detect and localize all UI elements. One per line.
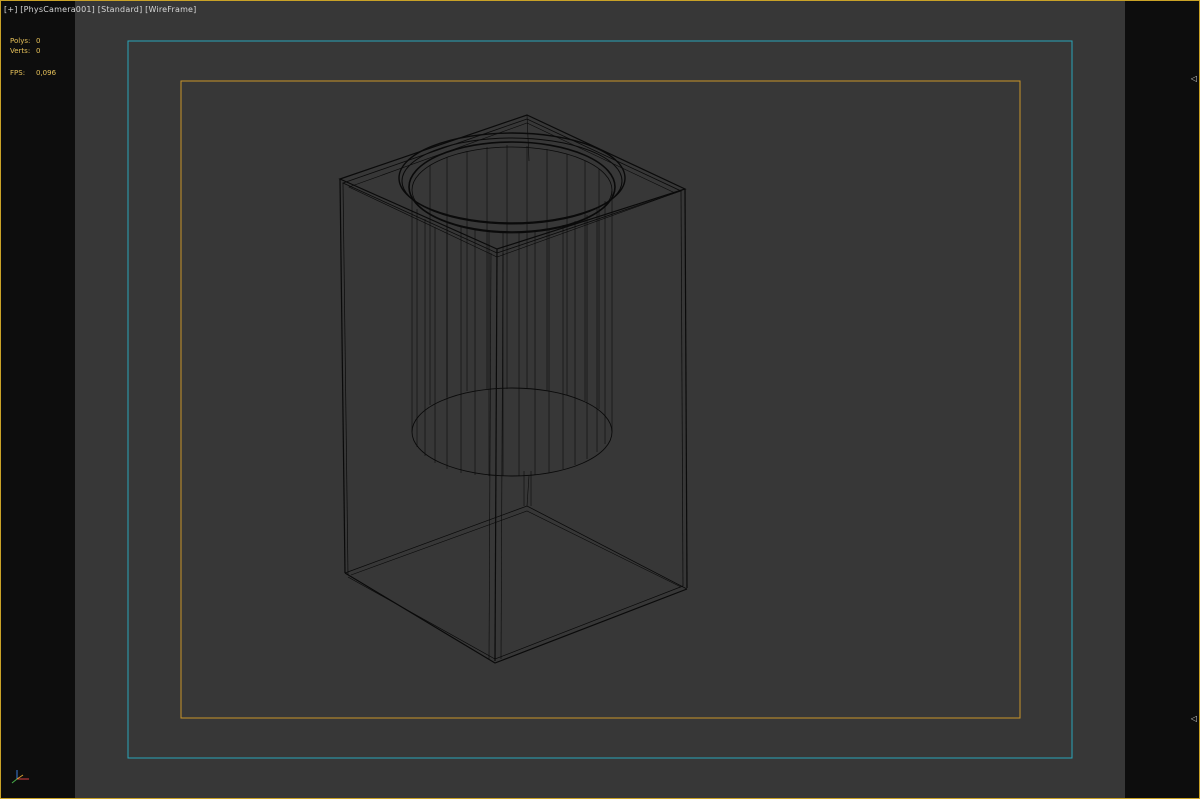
viewport-display-menu[interactable]: [WireFrame] <box>145 5 196 14</box>
wireframe-cylinder <box>398 132 626 477</box>
right-letterbox: ◁ ◁ <box>1125 1 1199 798</box>
camera-viewport[interactable]: Polys: 0 Verts: 0 FPS: 0,096 ◁ ◁ [+] [Ph… <box>0 0 1200 799</box>
left-letterbox: Polys: 0 Verts: 0 FPS: 0,096 <box>1 1 75 798</box>
bottom-marker-arrow[interactable]: ◁ <box>1191 715 1197 723</box>
polys-label: Polys: <box>10 37 31 45</box>
viewport-camera-menu[interactable]: [PhysCamera001] <box>20 5 95 14</box>
viewport-canvas[interactable] <box>75 1 1125 798</box>
axis-tripod-icon <box>11 770 29 784</box>
verts-stat: Verts: 0 <box>10 47 40 55</box>
verts-label: Verts: <box>10 47 31 55</box>
fps-label: FPS: <box>10 69 26 77</box>
viewport-shading-menu[interactable]: [Standard] <box>98 5 143 14</box>
fps-stat: FPS: 0,096 <box>10 69 56 77</box>
wireframe-scene <box>127 40 1073 759</box>
viewport-plus-menu[interactable]: [+] <box>4 5 18 14</box>
wireframe-box <box>338 114 688 664</box>
viewport-label-menu: [+] [PhysCamera001] [Standard] [WireFram… <box>4 5 197 14</box>
verts-value: 0 <box>36 47 41 55</box>
polys-stat: Polys: 0 <box>10 37 40 45</box>
fps-value: 0,096 <box>36 69 57 77</box>
polys-value: 0 <box>36 37 41 45</box>
top-marker-arrow[interactable]: ◁ <box>1191 75 1197 83</box>
